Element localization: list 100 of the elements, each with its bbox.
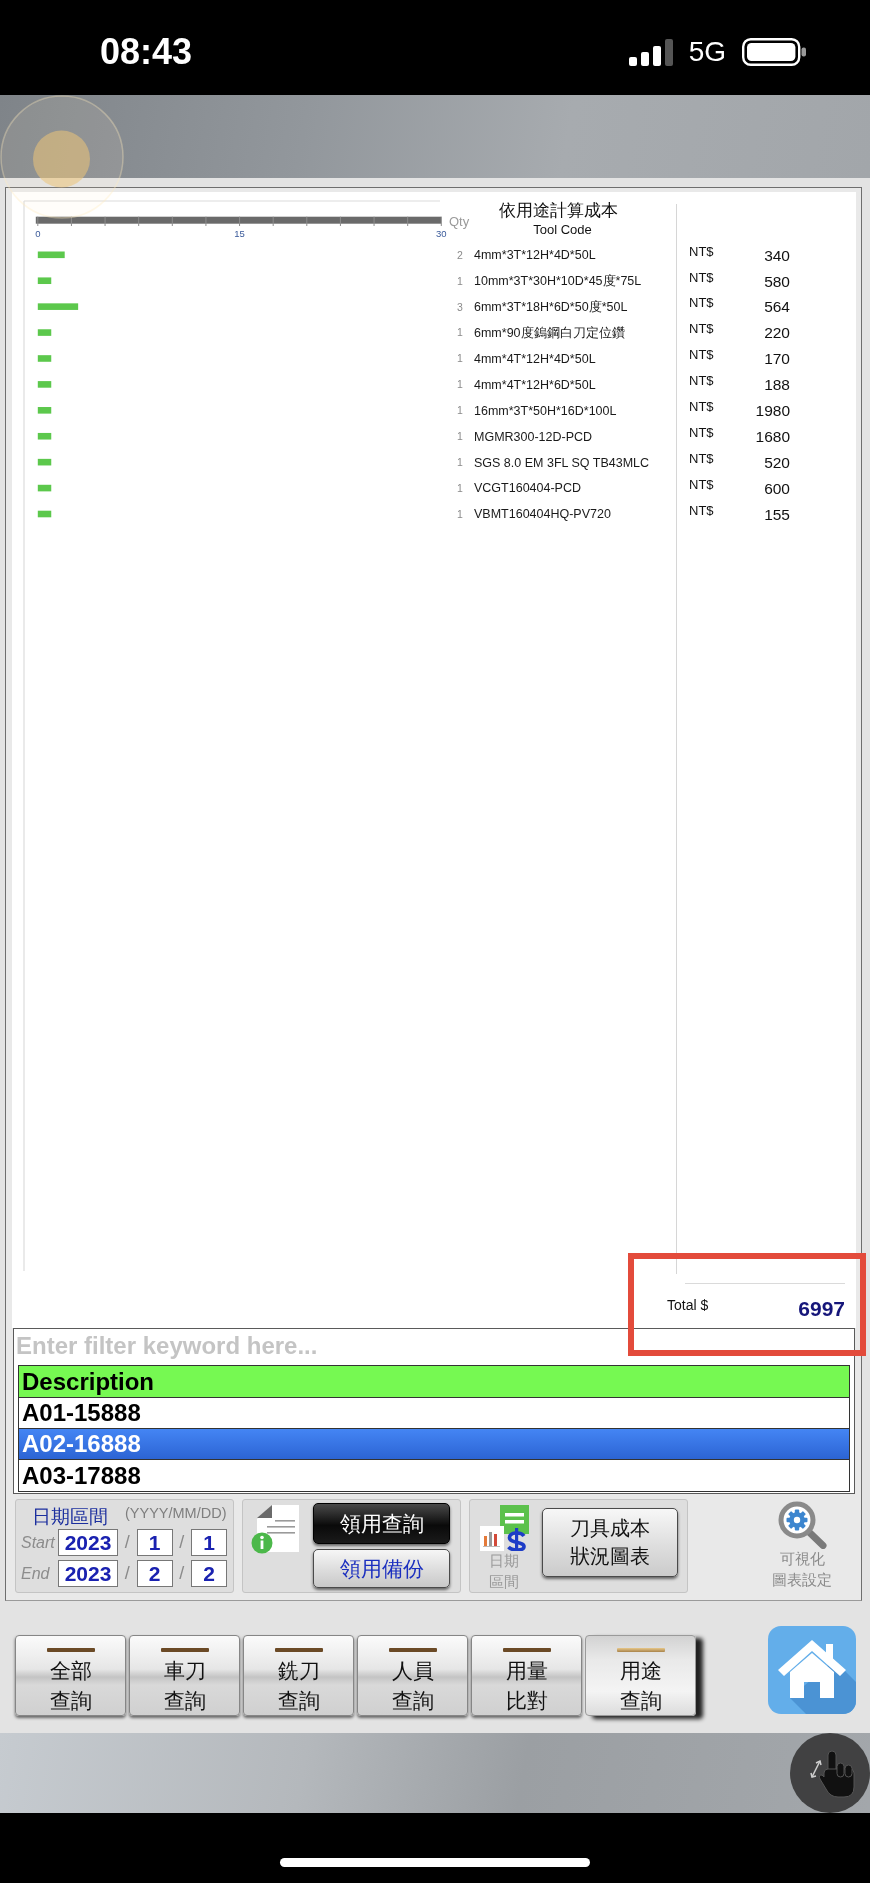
date-separator: / (123, 1532, 131, 1553)
date-separator: / (178, 1532, 186, 1553)
data-label: 2 (457, 248, 463, 261)
date-field[interactable]: 2023 (58, 1529, 118, 1556)
bar (37, 432, 52, 440)
data-label: 1 (457, 482, 463, 494)
price-value: 340 (764, 246, 790, 265)
data-label: 1 (457, 352, 463, 365)
bar (37, 277, 52, 284)
network-label: 5G (688, 36, 726, 68)
data-label: 1 (457, 274, 463, 287)
action-button[interactable]: 刀具成本 狀況圖表 (542, 1508, 678, 1577)
action-button[interactable]: 領用查詢 (313, 1503, 450, 1544)
date-field[interactable]: 1 (191, 1529, 227, 1556)
battery-icon (742, 38, 806, 66)
total-value: 6997 (798, 1297, 845, 1321)
data-label: 1 (457, 404, 463, 417)
data-label: 1 (457, 507, 463, 520)
status-time: 08:43 (100, 31, 193, 73)
currency-label: NT$ (689, 295, 714, 311)
date-separator: / (123, 1563, 131, 1584)
bar (37, 510, 52, 518)
date-range-title: 日期區間 (32, 1504, 108, 1529)
data-label: 1 (457, 326, 463, 339)
chart-title: 依用途計算成本 (499, 201, 618, 220)
category-label: VBMT160404HQ-PV720 (474, 507, 611, 522)
signal-icon (628, 38, 673, 66)
category-label: 6mm*3T*18H*6D*50度*50L (474, 300, 628, 315)
chart-dollar-icon (479, 1505, 529, 1551)
date-field[interactable]: 2 (191, 1560, 227, 1587)
date-field[interactable]: 2023 (58, 1560, 118, 1587)
icon-caption: 可視化 圖表設定 (772, 1549, 832, 1590)
filter-field[interactable]: Enter filter keyword here... (14, 1329, 854, 1363)
currency-label: NT$ (689, 269, 714, 285)
date-field[interactable]: 1 (136, 1529, 173, 1556)
icon-caption: 日期 區間 (489, 1552, 519, 1592)
bar (37, 355, 52, 362)
category-label: 4mm*4T*12H*6D*50L (474, 377, 596, 392)
bar (37, 458, 52, 466)
category-label: 6mm*90度鎢鋼白刀定位鑽 (474, 325, 625, 340)
data-label: 1 (457, 378, 463, 391)
data-label: 1 (457, 456, 463, 469)
search-settings-icon[interactable] (777, 1501, 827, 1549)
date-format-hint: (YYYY/MM/DD) (125, 1505, 227, 1521)
category-label: 16mm*3T*50H*16D*100L (474, 403, 617, 418)
category-label: VCGT160404-PCD (474, 481, 581, 496)
currency-label: NT$ (689, 243, 714, 259)
category-label: SGS 8.0 EM 3FL SQ TB43MLC (474, 455, 650, 470)
tab[interactable]: 人員 查詢 (357, 1635, 468, 1716)
tab[interactable]: 全部 查詢 (15, 1635, 126, 1716)
floating-button-icon[interactable] (0, 95, 124, 219)
currency-label: NT$ (689, 321, 714, 337)
hand-touch-icon[interactable] (790, 1733, 870, 1813)
price-value: 1980 (755, 402, 790, 421)
currency-label: NT$ (689, 347, 714, 363)
document-info-icon (251, 1505, 299, 1554)
category-label: 4mm*4T*12H*4D*50L (474, 351, 596, 366)
currency-label: NT$ (689, 502, 714, 518)
tick-label: 30 (436, 227, 447, 239)
price-value: 170 (764, 350, 790, 369)
date-field[interactable]: 2 (136, 1560, 173, 1587)
currency-label: NT$ (689, 476, 714, 492)
price-value: 580 (764, 272, 790, 291)
data-label: 3 (457, 300, 463, 313)
bar (37, 407, 52, 414)
tab[interactable]: 用途 查詢 (585, 1635, 696, 1716)
column-header: Description (19, 1366, 849, 1398)
tab[interactable]: 車刀 查詢 (129, 1635, 240, 1716)
field-label: Start (21, 1533, 56, 1552)
tab[interactable]: 用量 比對 (471, 1635, 582, 1716)
price-value: 155 (764, 505, 790, 524)
bar (37, 484, 52, 492)
action-button[interactable]: 領用備份 (313, 1549, 450, 1588)
bar (37, 303, 79, 310)
tick-label: 0 (35, 227, 41, 239)
date-separator: / (178, 1563, 186, 1584)
price-value: 188 (764, 376, 790, 395)
bar (37, 329, 52, 336)
category-label: MGMR300-12D-PCD (474, 429, 593, 444)
category-label: 10mm*3T*30H*10D*45度*75L (474, 274, 642, 289)
tab[interactable]: 銑刀 查詢 (243, 1635, 354, 1716)
tick-label: 15 (234, 227, 245, 239)
bar (37, 251, 65, 259)
bar (37, 381, 52, 388)
currency-label: NT$ (689, 425, 714, 440)
currency-label: NT$ (689, 399, 714, 415)
price-value: 600 (764, 479, 790, 498)
total-label: Total $ (667, 1296, 709, 1313)
axis-title: Qty (449, 214, 470, 229)
category-label: 4mm*3T*12H*4D*50L (474, 248, 596, 263)
currency-label: NT$ (689, 373, 714, 389)
list-item[interactable]: A02-16888 (19, 1429, 849, 1460)
field-label: End (21, 1564, 51, 1583)
price-value: 520 (764, 453, 790, 472)
data-label: 1 (457, 430, 463, 443)
currency-label: NT$ (689, 450, 714, 466)
home-icon[interactable] (767, 1625, 856, 1714)
price-value: 564 (764, 298, 790, 317)
axis-title: Tool Code (533, 222, 592, 237)
price-value: 1680 (755, 428, 790, 446)
